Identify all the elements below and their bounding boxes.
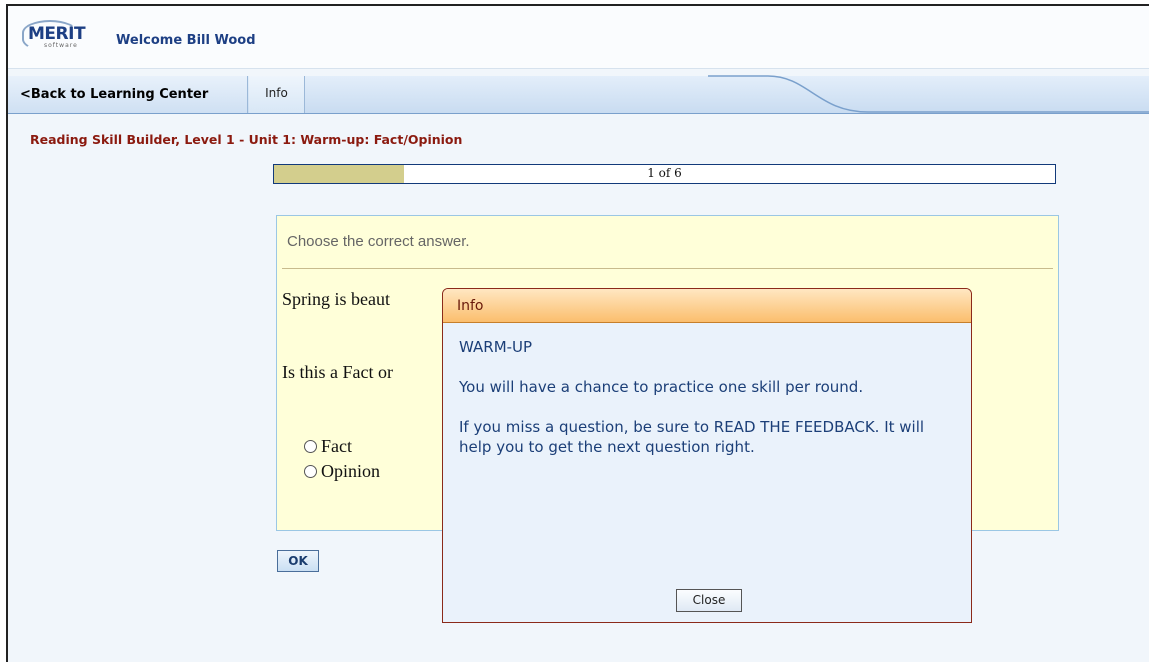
ok-button[interactable]: OK	[277, 550, 319, 572]
nav-curve-decoration	[708, 75, 1149, 113]
dialog-body: WARM-UP You will have a chance to practi…	[459, 337, 939, 477]
navigation-bar: <Back to Learning Center Info	[8, 68, 1149, 114]
header: MERIT software Welcome Bill Wood	[8, 6, 1149, 69]
logo-subtext: software	[44, 42, 78, 49]
merit-logo: MERIT software	[22, 20, 96, 54]
option-fact[interactable]: Fact	[304, 436, 352, 457]
tab-info[interactable]: Info	[249, 76, 305, 113]
app-window: MERIT software Welcome Bill Wood <Back t…	[6, 4, 1149, 662]
progress-bar: 1 of 6	[273, 164, 1056, 184]
info-dialog: Info WARM-UP You will have a chance to p…	[442, 288, 972, 623]
option-opinion-label: Opinion	[321, 461, 381, 481]
question-prompt: Is this a Fact or	[282, 362, 393, 382]
breadcrumb: Reading Skill Builder, Level 1 - Unit 1:…	[30, 132, 463, 147]
dialog-paragraph-2: If you miss a question, be sure to READ …	[459, 418, 925, 456]
instruction-text: Choose the correct answer.	[287, 233, 470, 250]
dialog-title: Info	[443, 289, 971, 323]
option-opinion[interactable]: Opinion	[304, 461, 380, 482]
dialog-heading: WARM-UP	[459, 338, 533, 356]
instruction-divider	[282, 268, 1053, 269]
logo-text: MERIT	[28, 24, 86, 44]
radio-opinion[interactable]	[304, 465, 317, 478]
back-to-learning-center-link[interactable]: <Back to Learning Center	[8, 76, 248, 113]
option-fact-label: Fact	[321, 436, 352, 456]
question-statement: Spring is beaut	[282, 289, 390, 309]
close-button[interactable]: Close	[676, 589, 742, 612]
welcome-message: Welcome Bill Wood	[116, 33, 256, 48]
radio-fact[interactable]	[304, 440, 317, 453]
dialog-paragraph-1: You will have a chance to practice one s…	[459, 378, 864, 396]
progress-text: 1 of 6	[647, 166, 682, 180]
